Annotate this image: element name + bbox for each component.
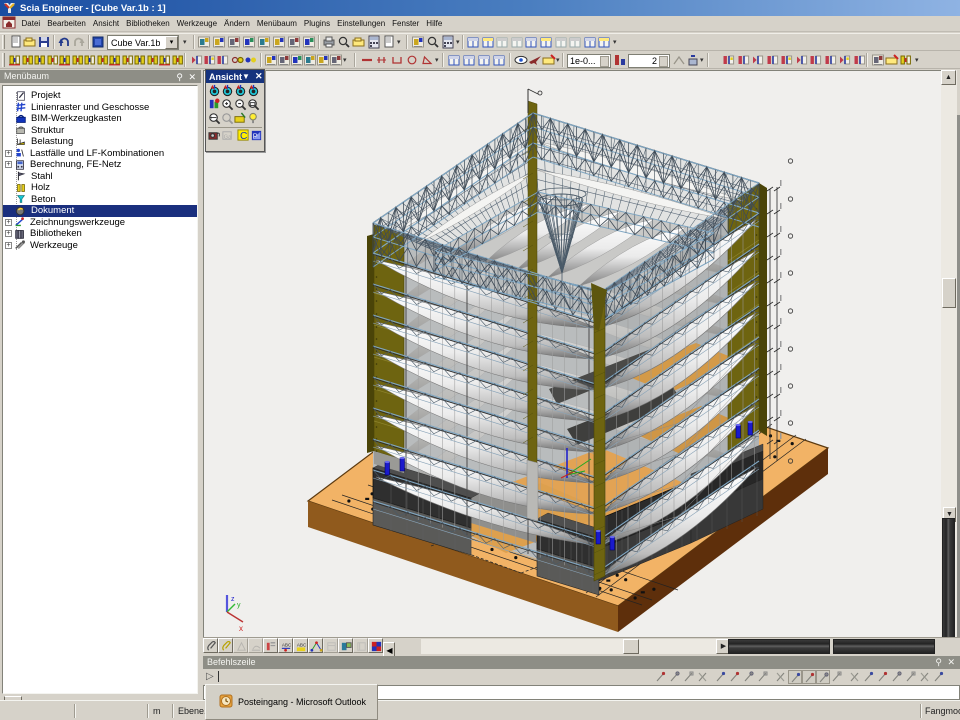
svg-text:ABC: ABC (297, 643, 307, 648)
svg-text:x: x (239, 624, 243, 633)
svg-text:C: C (240, 131, 247, 142)
svg-text:z: z (231, 596, 235, 603)
svg-text:P: P (253, 131, 258, 140)
svg-text:Ga: Ga (224, 134, 232, 140)
svg-text:y: y (237, 602, 241, 609)
svg-text:ABC: ABC (282, 643, 292, 648)
